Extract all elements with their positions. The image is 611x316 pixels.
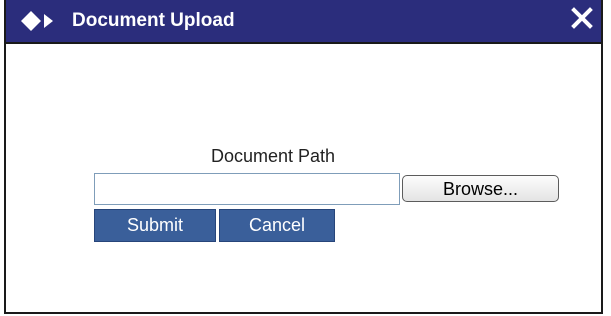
- document-upload-dialog: Document Upload Document Path Browse... …: [4, 0, 603, 314]
- dialog-titlebar[interactable]: Document Upload: [6, 0, 601, 44]
- cancel-button[interactable]: Cancel: [219, 209, 335, 242]
- document-path-label: Document Path: [211, 146, 336, 166]
- browse-button[interactable]: Browse...: [402, 175, 559, 202]
- document-path-input[interactable]: [94, 173, 400, 205]
- diamond-arrow-icon: [20, 10, 58, 32]
- dialog-title: Document Upload: [72, 10, 235, 31]
- submit-button[interactable]: Submit: [94, 209, 216, 242]
- close-icon[interactable]: [567, 4, 597, 34]
